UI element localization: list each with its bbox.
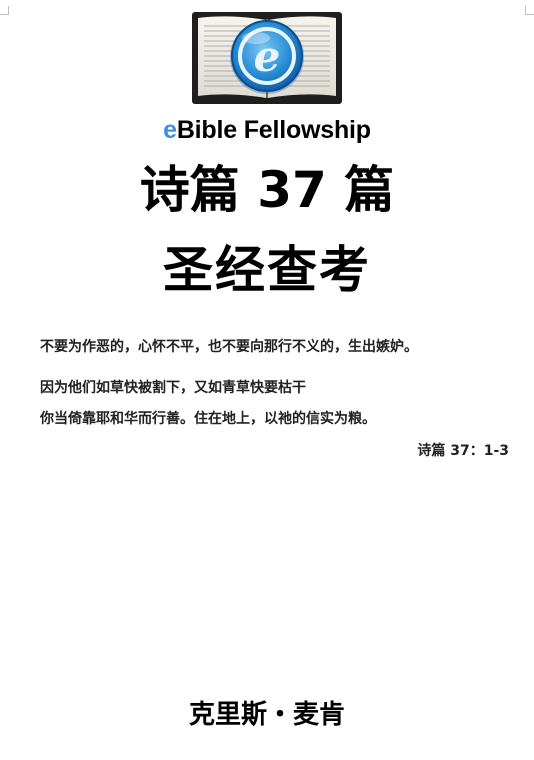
- ebible-logo-icon: e: [192, 12, 342, 104]
- brand-name: eBible Fellowship: [0, 116, 534, 145]
- book-subtitle: 圣经查考: [163, 241, 371, 299]
- verse-line-1: 不要为作恶的，心怀不平，也不要向那行不义的，生出嫉妒。: [40, 339, 418, 355]
- page-corner-mark-left: [0, 6, 9, 15]
- brand-prefix: e: [163, 116, 177, 144]
- page-corner-mark-right: [525, 6, 534, 15]
- verse-reference: 诗篇 37：1-3: [417, 443, 509, 459]
- author-name: 克里斯・麦肯: [188, 700, 345, 730]
- brand-suffix: Bible Fellowship: [176, 116, 371, 144]
- verse-line-3: 你当倚靠耶和华而行善。住在地上，以祂的信实为粮。: [40, 411, 376, 427]
- verse-line-2: 因为他们如草快被割下，又如青草快要枯干: [40, 380, 306, 396]
- book-title: 诗篇 37 篇: [139, 161, 395, 219]
